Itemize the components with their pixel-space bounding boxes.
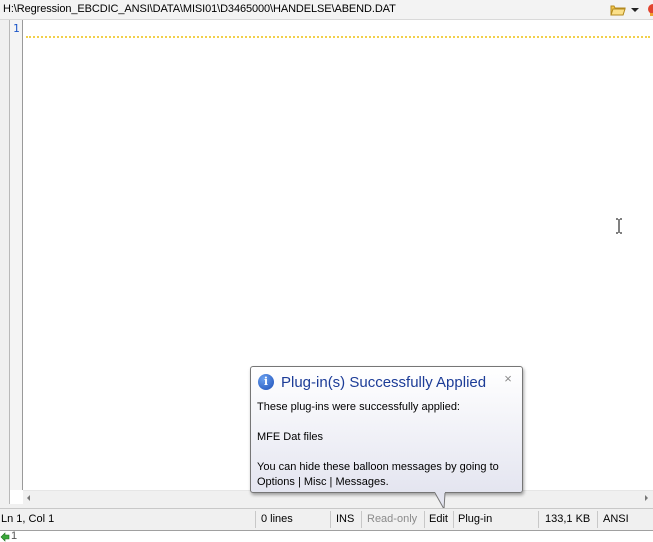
- current-line-highlight: [26, 36, 650, 38]
- balloon-title: Plug-in(s) Successfully Applied: [281, 374, 487, 391]
- document-tab-strip: 1: [0, 530, 653, 542]
- plugin-indicator[interactable]: Plug-in: [458, 513, 492, 525]
- line-count: 0 lines: [261, 513, 293, 525]
- scroll-right-icon[interactable]: [645, 495, 648, 501]
- balloon-hint-line: You can hide these balloon messages by g…: [257, 461, 499, 473]
- read-only-indicator[interactable]: Read-only: [367, 513, 417, 525]
- plugin-balloon-notification: i Plug-in(s) Successfully Applied × Thes…: [250, 366, 523, 511]
- notification-icon[interactable]: [645, 3, 653, 17]
- file-path: H:\Regression_EBCDIC_ANSI\DATA\MISI01\D3…: [3, 3, 396, 15]
- document-tab[interactable]: 1: [11, 530, 17, 542]
- cursor-position[interactable]: Ln 1, Col 1: [1, 513, 54, 525]
- file-size: 133,1 KB: [545, 513, 591, 525]
- folder-open-icon[interactable]: [610, 3, 626, 17]
- line-number: 1: [13, 22, 20, 35]
- document-arrow-icon: [0, 532, 10, 542]
- path-bar: H:\Regression_EBCDIC_ANSI\DATA\MISI01\D3…: [0, 0, 653, 20]
- status-bar: Ln 1, Col 1 0 lines INS Read-only Edit P…: [0, 508, 653, 530]
- encoding[interactable]: ANSI: [603, 513, 629, 525]
- balloon-message-line: These plug-ins were successfully applied…: [257, 401, 460, 413]
- edit-mode[interactable]: Edit: [429, 513, 448, 525]
- insert-mode[interactable]: INS: [336, 513, 354, 525]
- line-number-gutter: 1: [10, 20, 23, 490]
- text-cursor-icon: [616, 218, 622, 234]
- close-icon[interactable]: ×: [502, 372, 514, 385]
- info-icon: i: [258, 374, 274, 390]
- balloon-plugin-name: MFE Dat files: [257, 431, 324, 443]
- dropdown-arrow-icon[interactable]: [631, 8, 639, 12]
- scroll-left-icon[interactable]: [27, 495, 30, 501]
- balloon-hint-path: Options | Misc | Messages.: [257, 476, 389, 488]
